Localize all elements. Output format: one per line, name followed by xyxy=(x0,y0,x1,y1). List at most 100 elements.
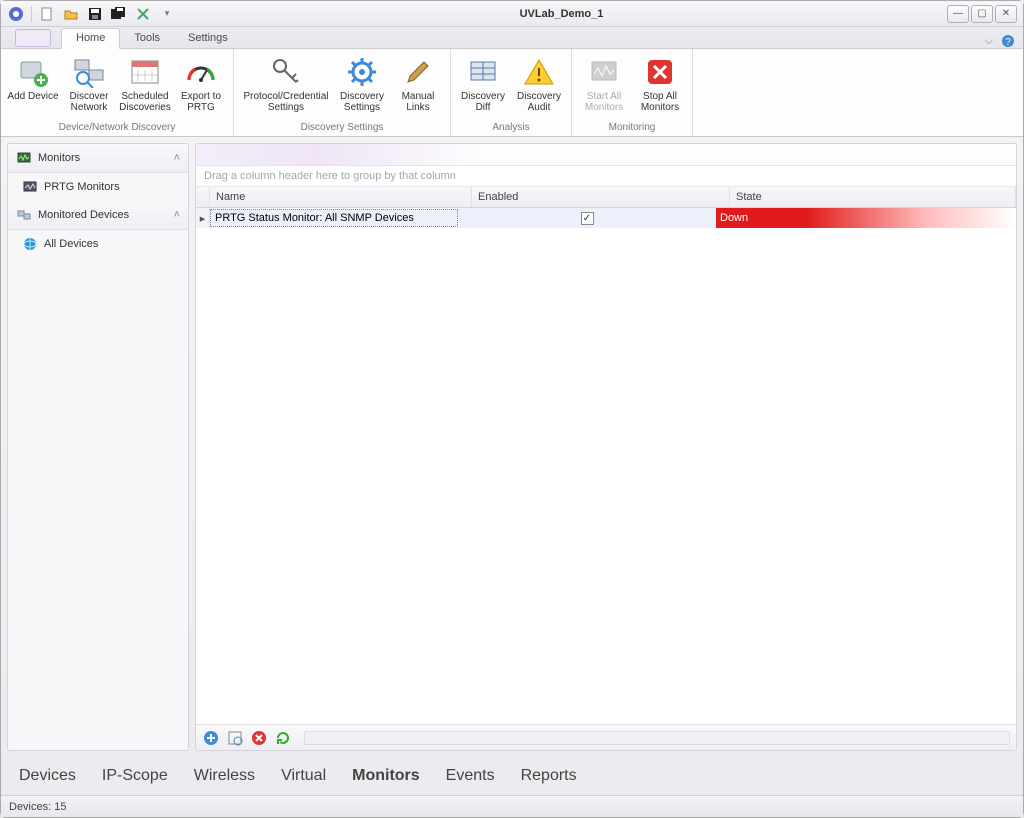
brush-icon xyxy=(401,55,435,89)
ribbon-group-discovery-settings: Protocol/Credential Settings Discovery S… xyxy=(234,49,451,136)
ribbon-tab-strip: Home Tools Settings ⌵ ? xyxy=(1,27,1023,49)
sidebar-header-monitored-devices[interactable]: Monitored Devices ˄ xyxy=(8,201,188,230)
bottom-tab-reports[interactable]: Reports xyxy=(521,767,577,785)
ribbon-group-label: Analysis xyxy=(455,120,567,136)
svg-text:?: ? xyxy=(1005,37,1011,48)
layout-toggle[interactable] xyxy=(15,29,51,47)
sidebar-header-label: Monitored Devices xyxy=(38,209,129,221)
add-device-icon xyxy=(16,55,50,89)
sidebar-item-label: All Devices xyxy=(44,238,98,250)
quick-access-toolbar: ▾ xyxy=(7,5,176,23)
groupby-hint[interactable]: Drag a column header here to group by th… xyxy=(196,166,1016,187)
tools-icon[interactable] xyxy=(134,5,152,23)
discovery-settings-button[interactable]: Discovery Settings xyxy=(334,51,390,120)
window-title: UVLab_Demo_1 xyxy=(176,8,947,20)
ribbon-group-analysis: Discovery Diff Discovery Audit Analysis xyxy=(451,49,572,136)
bottom-tab-wireless[interactable]: Wireless xyxy=(194,767,255,785)
chevron-up-icon: ˄ xyxy=(174,152,180,164)
chevron-up-icon: ˄ xyxy=(174,209,180,221)
sidebar-header-monitors[interactable]: Monitors ˄ xyxy=(8,144,188,173)
save-icon[interactable] xyxy=(86,5,104,23)
status-devices: Devices: 15 xyxy=(9,801,66,813)
refresh-icon[interactable] xyxy=(274,729,292,747)
sidebar-item-prtg-monitors[interactable]: PRTG Monitors xyxy=(8,173,188,201)
qat-dropdown-icon[interactable]: ▾ xyxy=(158,5,176,23)
cell-enabled[interactable]: ✓ xyxy=(458,208,716,228)
column-header-enabled[interactable]: Enabled xyxy=(472,187,730,207)
grid-body[interactable]: ▸ PRTG Status Monitor: All SNMP Devices … xyxy=(196,208,1016,724)
discovery-audit-button[interactable]: Discovery Audit xyxy=(511,51,567,120)
open-icon[interactable] xyxy=(62,5,80,23)
gauge-icon xyxy=(184,55,218,89)
warning-icon xyxy=(522,55,556,89)
stop-icon xyxy=(643,55,677,89)
maximize-button[interactable]: ▢ xyxy=(971,5,993,23)
bottom-tab-virtual[interactable]: Virtual xyxy=(281,767,326,785)
tab-tools[interactable]: Tools xyxy=(120,29,174,48)
add-device-button[interactable]: Add Device xyxy=(5,51,61,120)
sidebar: Monitors ˄ PRTG Monitors Monitored Devic… xyxy=(7,143,189,751)
sidebar-item-all-devices[interactable]: All Devices xyxy=(8,230,188,258)
row-indicator-header xyxy=(196,187,210,207)
devices-icon xyxy=(16,207,32,223)
keys-icon xyxy=(269,55,303,89)
status-bar: Devices: 15 xyxy=(1,795,1023,817)
ribbon-group-label: Device/Network Discovery xyxy=(5,120,229,136)
prtg-icon xyxy=(22,179,38,195)
close-button[interactable]: ✕ xyxy=(995,5,1017,23)
discover-network-icon xyxy=(72,55,106,89)
monitor-icon xyxy=(587,55,621,89)
grid-header: Name Enabled State xyxy=(196,187,1016,208)
sidebar-header-label: Monitors xyxy=(38,152,80,164)
stop-all-monitors-button[interactable]: Stop All Monitors xyxy=(632,51,688,120)
bottom-tab-monitors[interactable]: Monitors xyxy=(352,767,420,785)
table-row[interactable]: ▸ PRTG Status Monitor: All SNMP Devices … xyxy=(196,208,1016,228)
calendar-icon xyxy=(128,55,162,89)
ribbon-group-label: Discovery Settings xyxy=(238,120,446,136)
cell-state: Down xyxy=(716,208,1016,228)
scheduled-discoveries-button[interactable]: Scheduled Discoveries xyxy=(117,51,173,120)
titlebar: ▾ UVLab_Demo_1 — ▢ ✕ xyxy=(1,1,1023,27)
diff-icon xyxy=(466,55,500,89)
edit-row-icon[interactable] xyxy=(226,729,244,747)
ribbon-group-monitoring: Start All Monitors Stop All Monitors Mon… xyxy=(572,49,693,136)
column-header-state[interactable]: State xyxy=(730,187,1016,207)
row-indicator-icon: ▸ xyxy=(196,208,210,228)
tab-home[interactable]: Home xyxy=(61,28,120,49)
discover-network-button[interactable]: Discover Network xyxy=(61,51,117,120)
gear-icon xyxy=(345,55,379,89)
tab-settings[interactable]: Settings xyxy=(174,29,242,48)
separator xyxy=(31,6,32,22)
ribbon: Add Device Discover Network Scheduled Di… xyxy=(1,49,1023,137)
new-icon[interactable] xyxy=(38,5,56,23)
save-all-icon[interactable] xyxy=(110,5,128,23)
column-header-name[interactable]: Name xyxy=(210,187,472,207)
horizontal-scrollbar[interactable] xyxy=(304,731,1010,745)
content-decor-strip xyxy=(196,144,1016,166)
add-row-icon[interactable] xyxy=(202,729,220,747)
delete-row-icon[interactable] xyxy=(250,729,268,747)
ribbon-group-label: Monitoring xyxy=(576,120,688,136)
bottom-tab-ip-scope[interactable]: IP-Scope xyxy=(102,767,168,785)
content-panel: Drag a column header here to group by th… xyxy=(195,143,1017,751)
minimize-button[interactable]: — xyxy=(947,5,969,23)
checkbox-checked-icon[interactable]: ✓ xyxy=(581,212,594,225)
sidebar-item-label: PRTG Monitors xyxy=(44,181,120,193)
main-area: Monitors ˄ PRTG Monitors Monitored Devic… xyxy=(1,137,1023,757)
cell-name[interactable]: PRTG Status Monitor: All SNMP Devices xyxy=(210,209,458,227)
monitors-icon xyxy=(16,150,32,166)
discovery-diff-button[interactable]: Discovery Diff xyxy=(455,51,511,120)
manual-links-button[interactable]: Manual Links xyxy=(390,51,446,120)
protocol-credential-button[interactable]: Protocol/Credential Settings xyxy=(238,51,334,120)
window-controls: — ▢ ✕ xyxy=(947,5,1017,23)
globe-icon xyxy=(22,236,38,252)
collapse-ribbon-icon[interactable]: ⌵ xyxy=(985,35,993,48)
start-all-monitors-button: Start All Monitors xyxy=(576,51,632,120)
export-prtg-button[interactable]: Export to PRTG xyxy=(173,51,229,120)
ribbon-group-discovery: Add Device Discover Network Scheduled Di… xyxy=(1,49,234,136)
bottom-tab-events[interactable]: Events xyxy=(446,767,495,785)
bottom-tab-devices[interactable]: Devices xyxy=(19,767,76,785)
bottom-tab-strip: Devices IP-Scope Wireless Virtual Monito… xyxy=(1,757,1023,795)
help-icon[interactable]: ? xyxy=(1001,34,1015,48)
app-icon[interactable] xyxy=(7,5,25,23)
